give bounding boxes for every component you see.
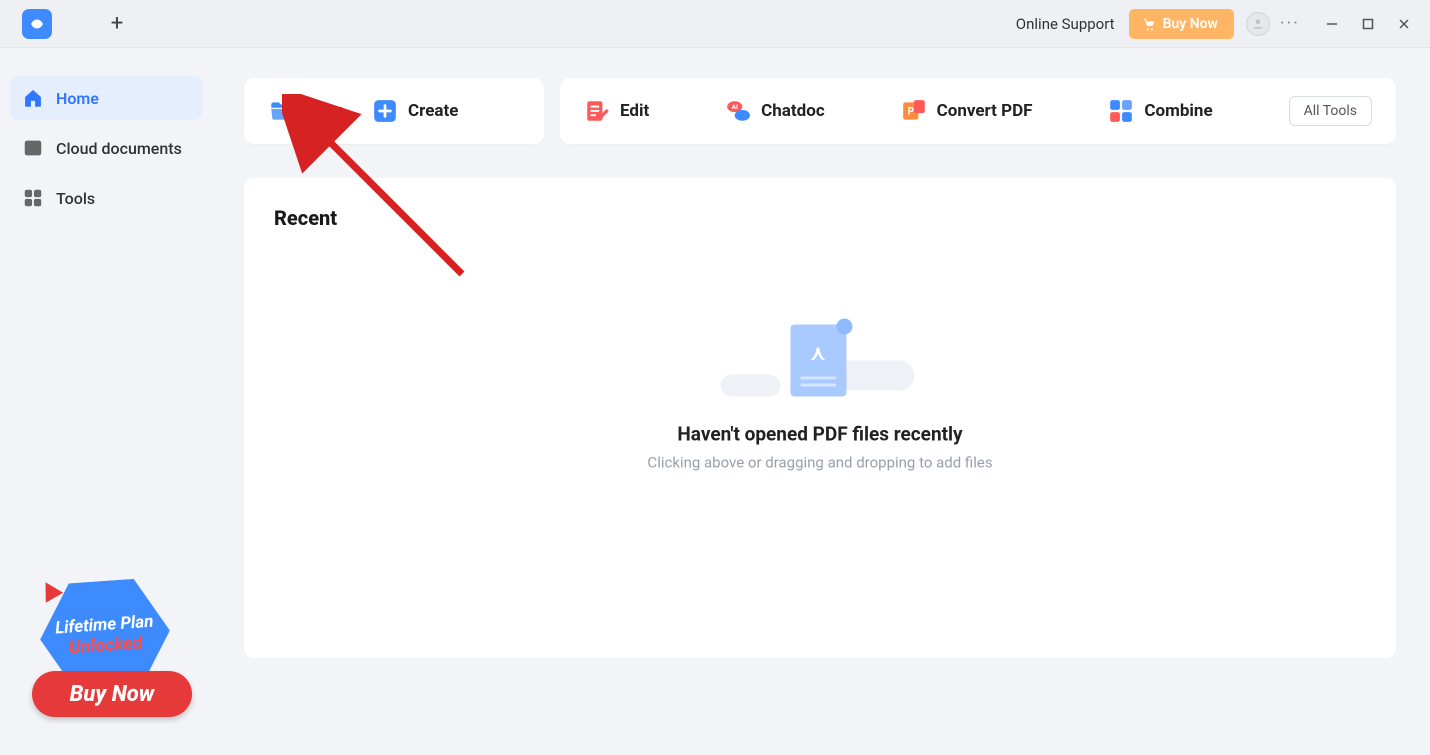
promo-ribbon-icon bbox=[37, 577, 63, 603]
combine-button[interactable]: Combine bbox=[1108, 98, 1212, 124]
create-button[interactable]: Create bbox=[372, 98, 458, 124]
avatar-icon[interactable] bbox=[1246, 12, 1270, 36]
action-card-primary: Open Create bbox=[244, 78, 544, 144]
minimize-button[interactable] bbox=[1322, 17, 1342, 31]
sidebar-item-label: Tools bbox=[56, 189, 95, 208]
empty-subtext: Clicking above or dragging and dropping … bbox=[647, 454, 992, 472]
svg-text:AI: AI bbox=[732, 103, 738, 111]
main-area: Open Create Edit A bbox=[212, 48, 1430, 755]
sidebar-item-label: Home bbox=[56, 89, 99, 108]
svg-text:P: P bbox=[907, 106, 913, 117]
empty-heading: Haven't opened PDF files recently bbox=[647, 423, 992, 446]
promo-line2: Unlocked bbox=[68, 632, 143, 658]
sidebar: Home Cloud documents Tools Lifetime Plan… bbox=[0, 48, 212, 755]
promo-badge[interactable]: Lifetime Plan Unlocked Buy Now bbox=[20, 575, 190, 745]
more-menu-button[interactable]: ··· bbox=[1280, 13, 1300, 34]
cart-icon bbox=[1141, 16, 1157, 32]
combine-icon bbox=[1108, 98, 1134, 124]
open-button[interactable]: Open bbox=[268, 98, 344, 124]
promo-buy-now-button[interactable]: Buy Now bbox=[32, 671, 192, 717]
sidebar-item-home[interactable]: Home bbox=[10, 76, 202, 120]
action-label: Chatdoc bbox=[761, 101, 825, 121]
buy-now-button[interactable]: Buy Now bbox=[1129, 9, 1234, 39]
plus-square-icon bbox=[372, 98, 398, 124]
sidebar-item-tools[interactable]: Tools bbox=[10, 176, 202, 220]
recent-title: Recent bbox=[274, 206, 1366, 230]
chat-ai-icon: AI bbox=[725, 98, 751, 124]
new-tab-button[interactable]: + bbox=[102, 9, 132, 39]
action-label: Create bbox=[408, 101, 458, 121]
convert-icon: P bbox=[901, 98, 927, 124]
empty-illustration-icon: ⋏ bbox=[720, 317, 920, 407]
online-support-link[interactable]: Online Support bbox=[1016, 15, 1115, 33]
action-row: Open Create Edit A bbox=[244, 78, 1396, 144]
edit-icon bbox=[584, 98, 610, 124]
folder-open-icon bbox=[268, 98, 294, 124]
action-label: Edit bbox=[620, 101, 649, 121]
empty-state[interactable]: ⋏ Haven't opened PDF files recently Clic… bbox=[647, 317, 992, 472]
action-label: Open bbox=[304, 101, 344, 121]
sidebar-item-label: Cloud documents bbox=[56, 139, 182, 158]
titlebar: + Online Support Buy Now ··· bbox=[0, 0, 1430, 48]
cloud-documents-icon bbox=[22, 137, 44, 159]
maximize-button[interactable] bbox=[1358, 17, 1378, 31]
app-logo-icon bbox=[22, 9, 52, 39]
action-label: Combine bbox=[1144, 101, 1212, 121]
edit-button[interactable]: Edit bbox=[584, 98, 649, 124]
buy-now-label: Buy Now bbox=[1163, 16, 1218, 32]
convert-pdf-button[interactable]: P Convert PDF bbox=[901, 98, 1033, 124]
close-button[interactable] bbox=[1394, 17, 1414, 31]
recent-panel: Recent ⋏ Haven't opened PDF files recent… bbox=[244, 178, 1396, 658]
chatdoc-button[interactable]: AI Chatdoc bbox=[725, 98, 825, 124]
action-card-secondary: Edit AI Chatdoc P Convert PDF bbox=[560, 78, 1396, 144]
all-tools-button[interactable]: All Tools bbox=[1289, 96, 1372, 126]
home-icon bbox=[22, 87, 44, 109]
sidebar-item-cloud-documents[interactable]: Cloud documents bbox=[10, 126, 202, 170]
action-label: Convert PDF bbox=[937, 101, 1033, 121]
tools-icon bbox=[22, 187, 44, 209]
